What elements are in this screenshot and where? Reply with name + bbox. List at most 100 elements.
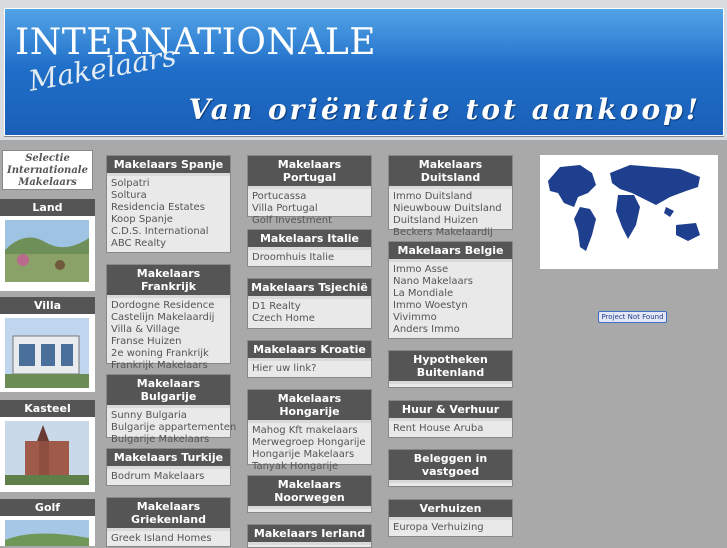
world-map-image[interactable] bbox=[540, 155, 718, 269]
box-title: Makelaars Turkije bbox=[107, 449, 230, 469]
link-item[interactable]: Franse Huizen bbox=[111, 336, 226, 348]
selectie-line-1: Selectie bbox=[25, 153, 70, 164]
link-item[interactable]: Europa Verhuizing bbox=[393, 522, 508, 534]
link-item[interactable]: ABC Realty bbox=[111, 238, 226, 250]
box-spanje: Makelaars Spanje Solpatri Soltura Reside… bbox=[106, 155, 231, 253]
category-golf-image[interactable] bbox=[0, 516, 95, 546]
box-kroatie: Makelaars Kroatie Hier uw link? bbox=[247, 340, 372, 378]
link-item[interactable]: Residencia Estates bbox=[111, 202, 226, 214]
category-kasteel-image[interactable] bbox=[0, 417, 95, 492]
link-item[interactable]: Hongarije Makelaars bbox=[252, 449, 367, 461]
header: INTERNATIONALE Makelaars Van oriëntatie … bbox=[0, 0, 727, 140]
category-villa-header[interactable]: Villa bbox=[0, 297, 95, 314]
box-title: Makelaars Belgie bbox=[389, 242, 512, 262]
link-item[interactable]: D1 Realty bbox=[252, 301, 367, 313]
link-item[interactable]: Beckers Makelaardij bbox=[393, 227, 508, 239]
link-item[interactable]: Droomhuis Italie bbox=[252, 252, 367, 264]
category-villa-image[interactable] bbox=[0, 314, 95, 392]
site-title: INTERNATIONALE bbox=[15, 22, 377, 63]
land-photo bbox=[5, 220, 89, 282]
link-item[interactable]: Czech Home bbox=[252, 313, 367, 325]
box-verhuizen: Verhuizen Europa Verhuizing bbox=[388, 499, 513, 537]
link-item[interactable]: Golf Investment bbox=[252, 215, 367, 227]
link-item[interactable]: Villa Portugal bbox=[252, 203, 367, 215]
box-tsjechie: Makelaars Tsjechië D1 Realty Czech Home bbox=[247, 278, 372, 329]
link-item[interactable]: Koop Spanje bbox=[111, 214, 226, 226]
box-title: Makelaars Italie bbox=[248, 230, 371, 250]
link-item[interactable]: Nano Makelaars bbox=[393, 276, 508, 288]
link-item[interactable]: Merwegroep Hongarije bbox=[252, 437, 367, 449]
box-turkije: Makelaars Turkije Bodrum Makelaars bbox=[106, 448, 231, 486]
link-item[interactable]: 2e woning Frankrijk bbox=[111, 348, 226, 360]
world-map-icon bbox=[548, 165, 700, 251]
box-title[interactable]: Makelaars Noorwegen bbox=[248, 476, 371, 509]
link-item[interactable]: Immo Woestyn bbox=[393, 300, 508, 312]
selectie-box: Selectie Internationale Makelaars bbox=[2, 150, 93, 190]
link-item[interactable]: Nieuwbouw Duitsland bbox=[393, 203, 508, 215]
box-title: Makelaars Frankrijk bbox=[107, 265, 230, 298]
category-land-image[interactable] bbox=[0, 216, 95, 291]
box-belgie: Makelaars Belgie Immo Asse Nano Makelaar… bbox=[388, 241, 513, 339]
link-item[interactable]: Castelijn Makelaardij bbox=[111, 312, 226, 324]
golf-photo bbox=[5, 520, 89, 546]
link-item[interactable]: Villa & Village bbox=[111, 324, 226, 336]
box-title: Makelaars Portugal bbox=[248, 156, 371, 189]
box-duitsland: Makelaars Duitsland Immo Duitsland Nieuw… bbox=[388, 155, 513, 238]
link-item[interactable]: C.D.S. International bbox=[111, 226, 226, 238]
link-item[interactable]: Vivimmo bbox=[393, 312, 508, 324]
project-not-found-badge[interactable]: Project Not Found bbox=[598, 311, 667, 323]
kasteel-photo bbox=[5, 421, 89, 485]
box-italie: Makelaars Italie Droomhuis Italie bbox=[247, 229, 372, 267]
box-title[interactable]: Makelaars Ierland bbox=[248, 525, 371, 545]
site-tagline: Van oriëntatie tot aankoop! bbox=[188, 93, 701, 126]
box-title: Makelaars Spanje bbox=[107, 156, 230, 176]
link-item[interactable]: Immo Duitsland bbox=[393, 191, 508, 203]
box-title: Makelaars Hongarije bbox=[248, 390, 371, 423]
link-item[interactable]: Rent House Aruba bbox=[393, 423, 508, 435]
link-item[interactable]: Immo Asse bbox=[393, 264, 508, 276]
link-item[interactable]: Anders Immo bbox=[393, 324, 508, 336]
box-title: Makelaars Griekenland bbox=[107, 498, 230, 531]
box-hypotheken: Hypotheken Buitenland bbox=[388, 350, 513, 388]
category-land-header[interactable]: Land bbox=[0, 199, 95, 216]
link-item[interactable]: Portucassa bbox=[252, 191, 367, 203]
link-item[interactable]: Greek Island Homes bbox=[111, 533, 226, 545]
box-title: Huur & Verhuur bbox=[389, 401, 512, 421]
link-item[interactable]: Hier uw link? bbox=[252, 363, 367, 375]
link-item[interactable]: Dordogne Residence bbox=[111, 300, 226, 312]
link-item[interactable]: Soltura bbox=[111, 190, 226, 202]
link-item[interactable]: Solpatri bbox=[111, 178, 226, 190]
box-title[interactable]: Hypotheken Buitenland bbox=[389, 351, 512, 384]
link-item[interactable]: Duitsland Huizen bbox=[393, 215, 508, 227]
box-title[interactable]: Beleggen in vastgoed bbox=[389, 450, 512, 483]
villa-photo bbox=[5, 318, 89, 388]
box-ierland: Makelaars Ierland bbox=[247, 524, 372, 548]
selectie-line-2: Internationale bbox=[7, 165, 88, 176]
category-kasteel-header[interactable]: Kasteel bbox=[0, 400, 95, 417]
box-title: Makelaars Kroatie bbox=[248, 341, 371, 361]
box-noorwegen: Makelaars Noorwegen bbox=[247, 475, 372, 513]
box-title: Makelaars Duitsland bbox=[389, 156, 512, 189]
link-item[interactable]: Mahog Kft makelaars bbox=[252, 425, 367, 437]
box-bulgarije: Makelaars Bulgarije Sunny Bulgaria Bulga… bbox=[106, 374, 236, 445]
box-frankrijk: Makelaars Frankrijk Dordogne Residence C… bbox=[106, 264, 231, 371]
box-hongarije: Makelaars Hongarije Mahog Kft makelaars … bbox=[247, 389, 372, 472]
link-item[interactable]: Bodrum Makelaars bbox=[111, 471, 226, 483]
box-portugal: Makelaars Portugal Portucassa Villa Port… bbox=[247, 155, 372, 226]
link-item[interactable]: Frankrijk Makelaars bbox=[111, 360, 226, 372]
box-title: Makelaars Bulgarije bbox=[107, 375, 230, 408]
banner[interactable]: INTERNATIONALE Makelaars Van oriëntatie … bbox=[4, 8, 724, 136]
box-title: Makelaars Tsjechië bbox=[248, 279, 371, 299]
box-huur-verhuur: Huur & Verhuur Rent House Aruba bbox=[388, 400, 513, 438]
link-item[interactable]: Bulgarije appartementen bbox=[111, 422, 236, 434]
selectie-line-3: Makelaars bbox=[18, 177, 77, 188]
link-item[interactable]: Sunny Bulgaria bbox=[111, 410, 226, 422]
link-item[interactable]: Tanyak Hongarije bbox=[252, 461, 367, 473]
box-title: Verhuizen bbox=[389, 500, 512, 520]
category-golf-header[interactable]: Golf bbox=[0, 499, 95, 516]
link-item[interactable]: La Mondiale bbox=[393, 288, 508, 300]
link-item[interactable]: Bulgarije Makelaars bbox=[111, 434, 226, 446]
box-beleggen: Beleggen in vastgoed bbox=[388, 449, 513, 487]
box-griekenland: Makelaars Griekenland Greek Island Homes bbox=[106, 497, 231, 547]
left-sidebar: Selectie Internationale Makelaars Land V… bbox=[0, 148, 97, 546]
